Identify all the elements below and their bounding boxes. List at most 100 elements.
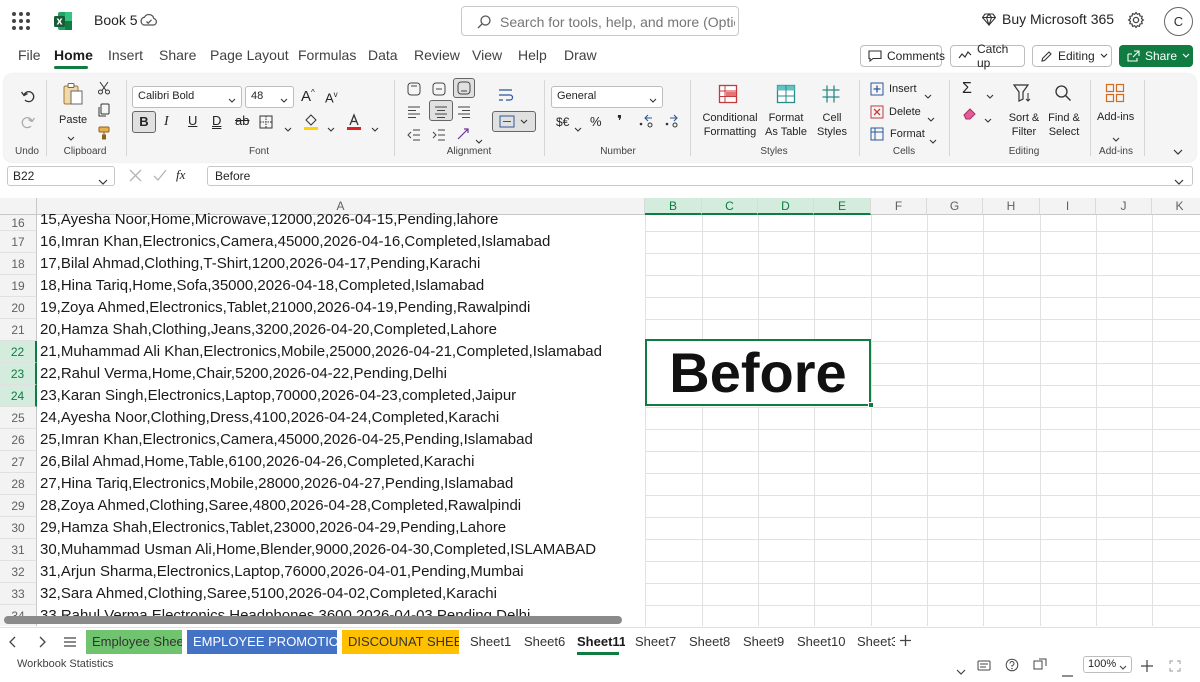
align-bottom-icon[interactable]: [453, 78, 475, 98]
column-header-i[interactable]: I: [1040, 198, 1096, 215]
merge-center-button[interactable]: [492, 111, 536, 132]
sort-filter-label[interactable]: Sort & Filter: [1006, 111, 1042, 139]
copy-icon[interactable]: [97, 103, 111, 122]
sheet-tab-sheet7[interactable]: Sheet7: [629, 630, 679, 654]
decrease-indent-icon[interactable]: [407, 128, 421, 146]
fill-handle[interactable]: [868, 402, 874, 408]
align-right-icon[interactable]: [457, 105, 471, 123]
catch-up-button[interactable]: Catch up: [950, 42, 1025, 70]
cell-a-row-19[interactable]: 18,Hina Tariq,Home,Sofa,35000,2026-04-18…: [40, 277, 484, 294]
paste-icon[interactable]: [62, 82, 84, 111]
cell-a-row-20[interactable]: 19,Zoya Ahmed,Electronics,Tablet,21000,2…: [40, 299, 530, 316]
conditional-formatting-label[interactable]: Conditional Formatting: [698, 111, 762, 139]
find-select-icon[interactable]: [1054, 84, 1072, 107]
sheet-tab-sheet6[interactable]: Sheet6: [518, 630, 568, 654]
double-underline-button[interactable]: D: [212, 113, 221, 128]
tab-file[interactable]: File: [18, 47, 41, 63]
row-header[interactable]: 21: [0, 319, 37, 341]
tab-data[interactable]: Data: [368, 47, 398, 63]
buy-microsoft-365-button[interactable]: Buy Microsoft 365: [982, 11, 1114, 27]
spreadsheet-grid[interactable]: ABCDEFGHIJK 16 15,Ayesha Noor,Home,Microw…: [0, 198, 1200, 626]
chevron-down-icon[interactable]: [371, 120, 379, 138]
align-center-icon[interactable]: [429, 100, 453, 121]
tab-help[interactable]: Help: [518, 47, 547, 63]
cell-a-row-29[interactable]: 28,Zoya Ahmed,Clothing,Saree,4800,2026-0…: [40, 497, 521, 514]
tab-page-layout[interactable]: Page Layout: [210, 47, 289, 63]
column-header-e[interactable]: E: [814, 198, 871, 215]
row-header[interactable]: 26: [0, 429, 37, 451]
row-header[interactable]: 31: [0, 539, 37, 561]
zoom-in-plus-icon[interactable]: [1141, 659, 1153, 677]
fill-color-icon[interactable]: [303, 113, 319, 135]
workbook-title[interactable]: Book 5: [94, 12, 138, 28]
share-button[interactable]: Share: [1119, 45, 1193, 67]
cancel-x-icon[interactable]: [129, 169, 142, 187]
row-header[interactable]: 30: [0, 517, 37, 539]
column-header-c[interactable]: C: [702, 198, 758, 215]
cell-a-row-24[interactable]: 23,Karan Singh,Electronics,Laptop,70000,…: [40, 387, 516, 404]
column-header-d[interactable]: D: [758, 198, 814, 215]
insert-function-icon[interactable]: fx: [176, 167, 185, 183]
increase-font-size-icon[interactable]: A^: [301, 88, 315, 105]
previous-sheet-chevron-icon[interactable]: [9, 635, 17, 653]
cell-a-row-33[interactable]: 32,Sara Ahmed,Clothing,Saree,5100,2026-0…: [40, 585, 497, 602]
format-as-table-icon[interactable]: [776, 84, 796, 109]
column-header-f[interactable]: F: [871, 198, 927, 215]
borders-icon[interactable]: [259, 115, 273, 134]
tab-insert[interactable]: Insert: [108, 47, 143, 63]
cell-a-row-18[interactable]: 17,Bilal Ahmad,Clothing,T-Shirt,1200,202…: [40, 255, 480, 272]
tab-formulas[interactable]: Formulas: [298, 47, 356, 63]
sheet-tab-sheet3[interactable]: Sheet3: [851, 630, 895, 654]
ribbon-collapse-chevron-icon[interactable]: [1173, 143, 1183, 161]
format-cells-label[interactable]: Format: [890, 128, 925, 140]
chevron-down-icon[interactable]: [927, 110, 935, 128]
autosum-icon[interactable]: Σ: [962, 80, 972, 98]
decrease-font-size-icon[interactable]: Av: [325, 90, 338, 105]
format-as-table-label[interactable]: Format As Table: [761, 111, 811, 139]
confirm-check-icon[interactable]: [153, 169, 167, 187]
align-top-icon[interactable]: [407, 82, 421, 101]
paste-label[interactable]: Paste: [59, 114, 87, 126]
decrease-decimal-icon[interactable]: [664, 114, 680, 133]
add-ins-icon[interactable]: [1105, 83, 1125, 108]
sheet-tab-sheet11[interactable]: Sheet11: [571, 630, 625, 654]
chevron-down-icon[interactable]: [924, 87, 932, 105]
row-header[interactable]: 23: [0, 363, 37, 385]
align-left-icon[interactable]: [407, 105, 421, 123]
percent-format-icon[interactable]: %: [590, 114, 602, 129]
bold-button[interactable]: B: [132, 111, 156, 133]
cell-styles-label[interactable]: Cell Styles: [812, 111, 852, 139]
tab-draw[interactable]: Draw: [564, 47, 597, 63]
row-header[interactable]: 16: [0, 215, 37, 231]
cell-a-row-27[interactable]: 26,Bilal Ahmad,Home,Table,6100,2026-04-2…: [40, 453, 474, 470]
sheet-tab-employee-promotion[interactable]: EMPLOYEE PROMOTION: [187, 630, 337, 654]
chevron-down-icon[interactable]: [574, 120, 582, 138]
font-name-dropdown[interactable]: Calibri Bold: [132, 86, 242, 108]
increase-indent-icon[interactable]: [432, 128, 446, 146]
cell-a-row-26[interactable]: 25,Imran Khan,Electronics,Camera,45000,2…: [40, 431, 533, 448]
font-color-icon[interactable]: [346, 113, 362, 135]
app-launcher-icon[interactable]: [12, 12, 30, 30]
chevron-down-icon[interactable]: [284, 120, 292, 138]
row-header[interactable]: 22: [0, 341, 37, 363]
underline-button[interactable]: U: [188, 113, 197, 128]
insert-cells-label[interactable]: Insert: [889, 83, 917, 95]
row-header[interactable]: 24: [0, 385, 37, 407]
align-middle-icon[interactable]: [432, 82, 446, 101]
user-avatar[interactable]: C: [1164, 7, 1193, 36]
cell-styles-icon[interactable]: [821, 84, 841, 109]
row-header[interactable]: 32: [0, 561, 37, 583]
find-select-label[interactable]: Find & Select: [1044, 111, 1084, 139]
next-sheet-chevron-icon[interactable]: [38, 635, 46, 653]
cell-a-row-22[interactable]: 21,Muhammad Ali Khan,Electronics,Mobile,…: [40, 343, 602, 360]
currency-format-icon[interactable]: $€: [556, 115, 569, 129]
chevron-down-icon[interactable]: [67, 129, 75, 147]
row-header[interactable]: 29: [0, 495, 37, 517]
row-header[interactable]: 17: [0, 231, 37, 253]
cell-a-row-32[interactable]: 31,Arjun Sharma,Electronics,Laptop,76000…: [40, 563, 524, 580]
column-header-b[interactable]: B: [645, 198, 702, 215]
comma-style-icon[interactable]: ❜: [617, 112, 622, 130]
expand-formula-bar-icon[interactable]: [1174, 174, 1184, 188]
italic-button[interactable]: I: [164, 114, 169, 130]
sheet-tab-sheet1[interactable]: Sheet1: [464, 630, 514, 654]
